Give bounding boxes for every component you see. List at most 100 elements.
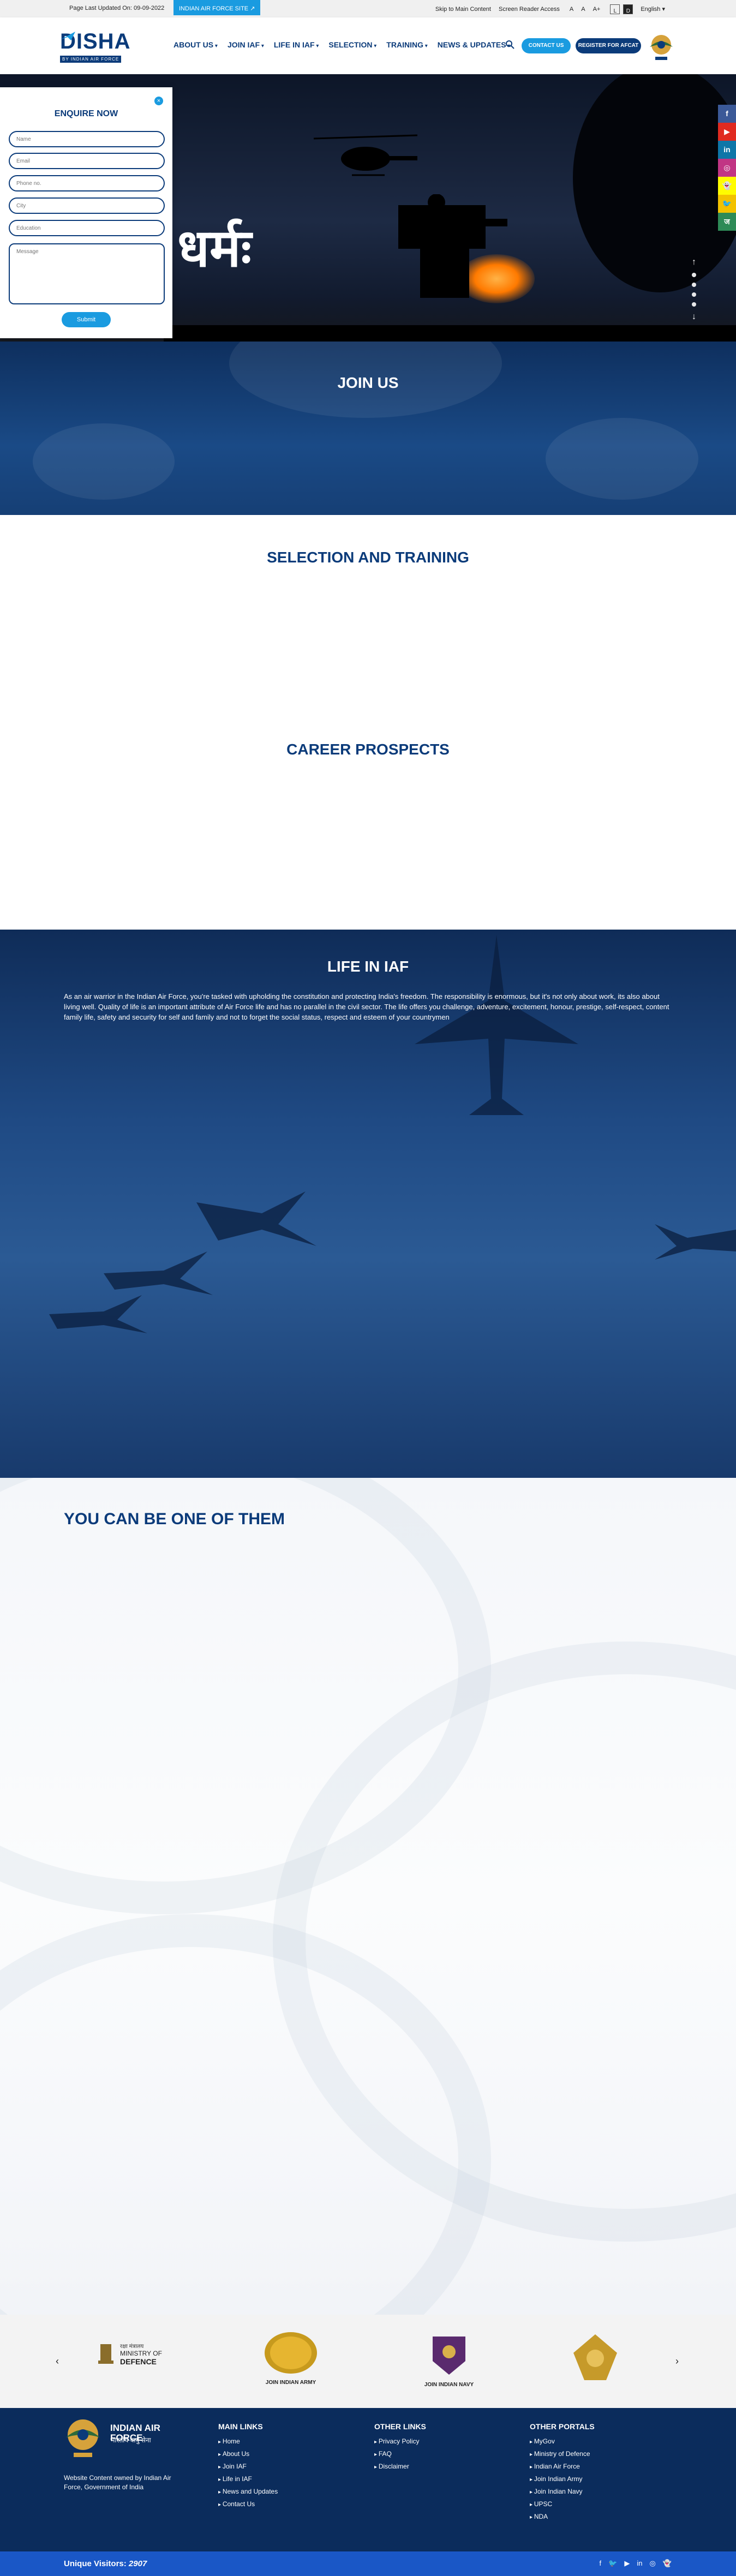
footer-link-disclaimer[interactable]: Disclaimer xyxy=(374,2463,426,2470)
contrast-controls: L D xyxy=(610,4,633,14)
tri-services-emblem-icon xyxy=(573,2334,617,2380)
footer-main-links: MAIN LINKS Home About Us Join IAF Life i… xyxy=(218,2422,278,2513)
utility-links: Skip to Main Content Screen Reader Acces… xyxy=(435,3,665,15)
nav-news-updates[interactable]: NEWS & UPDATES xyxy=(438,40,511,49)
footer-link-about[interactable]: About Us xyxy=(218,2450,278,2458)
helicopter-silhouette xyxy=(314,134,417,176)
airmen-silhouette xyxy=(546,418,698,500)
footer-brand-hindi: भारतीय वायु सेना xyxy=(110,2436,151,2444)
facebook-icon[interactable]: f xyxy=(600,2559,602,2568)
slide-dot[interactable] xyxy=(692,273,696,277)
jet-silhouette xyxy=(49,1295,147,1333)
instagram-icon[interactable]: ◎ xyxy=(718,159,736,177)
footer-link-upsc[interactable]: UPSC xyxy=(530,2500,595,2508)
bottom-bar: Unique Visitors: 2907 f 🐦 ▶ in ◎ 👻 xyxy=(0,2551,736,2576)
footer-link-join[interactable]: Join IAF xyxy=(218,2463,278,2470)
mod-line2: MINISTRY OF xyxy=(120,2350,162,2357)
nav-selection[interactable]: SELECTION xyxy=(328,40,376,49)
life-in-iaf-title: LIFE IN IAF xyxy=(327,958,409,975)
visitors-label: Unique Visitors: xyxy=(64,2559,127,2568)
footer-link-nda[interactable]: NDA xyxy=(530,2513,595,2520)
slide-dot[interactable] xyxy=(692,283,696,287)
footer-link-home[interactable]: Home xyxy=(218,2437,278,2445)
one-of-them-title: YOU CAN BE ONE OF THEM xyxy=(64,1510,285,1528)
slide-dot[interactable] xyxy=(692,292,696,297)
footer-link-mygov[interactable]: MyGov xyxy=(530,2437,595,2445)
twitter-icon[interactable]: 🐦 xyxy=(608,2559,617,2568)
slide-dot[interactable] xyxy=(692,302,696,307)
footer-other-links: OTHER LINKS Privacy Policy FAQ Disclaime… xyxy=(374,2422,426,2475)
navy-emblem-icon xyxy=(433,2337,465,2375)
social-sidebar: f ▶ in ◎ 👻 🐦 ज xyxy=(718,105,736,231)
arrow-down-icon[interactable]: ↓ xyxy=(692,312,696,322)
search-icon[interactable] xyxy=(505,40,515,50)
ashoka-emblem-icon xyxy=(98,2344,113,2364)
iaf-emblem-icon xyxy=(650,35,673,60)
youtube-icon[interactable]: ▶ xyxy=(718,123,736,141)
footer-link-army[interactable]: Join Indian Army xyxy=(530,2475,595,2483)
submit-button[interactable]: Submit xyxy=(62,312,111,327)
iaf-site-link[interactable]: INDIAN AIR FORCE SITE ↗ xyxy=(173,0,261,15)
snapchat-icon[interactable]: 👻 xyxy=(663,2559,672,2568)
selection-training-section: SELECTION AND TRAINING CAREER PROSPECTS xyxy=(0,515,736,930)
screen-reader-link[interactable]: Screen Reader Access xyxy=(499,4,560,15)
life-in-iaf-section: LIFE IN IAF As an air warrior in the Ind… xyxy=(0,930,736,1478)
nav-join-iaf[interactable]: JOIN IAF xyxy=(228,40,264,49)
font-size-increase[interactable]: A+ xyxy=(591,5,603,14)
carousel-next-icon[interactable]: › xyxy=(675,2356,679,2367)
join-us-section: JOIN US xyxy=(0,342,736,515)
life-in-iaf-text: As an air warrior in the Indian Air Forc… xyxy=(64,992,669,1021)
instagram-icon[interactable]: ◎ xyxy=(649,2559,655,2568)
footer-link-life[interactable]: Life in IAF xyxy=(218,2475,278,2483)
nav-life-in-iaf[interactable]: LIFE IN IAF xyxy=(274,40,319,49)
pilot-silhouette xyxy=(573,74,736,292)
city-field[interactable] xyxy=(9,197,165,214)
footer-link-navy[interactable]: Join Indian Navy xyxy=(530,2488,595,2495)
join-navy-logo[interactable]: JOIN INDIAN NAVY xyxy=(414,2331,484,2388)
linkedin-icon[interactable]: in xyxy=(718,141,736,159)
font-size-decrease[interactable]: A xyxy=(567,5,576,14)
footer-link-iaf[interactable]: Indian Air Force xyxy=(530,2463,595,2470)
footer-link-news[interactable]: News and Updates xyxy=(218,2488,278,2495)
sharechat-icon[interactable]: ज xyxy=(718,213,736,231)
bottom-social-links: f 🐦 ▶ in ◎ 👻 xyxy=(600,2559,672,2568)
light-contrast-button[interactable]: L xyxy=(610,4,620,14)
other-portals-title: OTHER PORTALS xyxy=(530,2422,595,2431)
mod-line3: DEFENCE xyxy=(120,2357,157,2366)
join-army-logo[interactable]: JOIN INDIAN ARMY xyxy=(255,2331,326,2386)
close-icon[interactable]: × xyxy=(154,97,163,105)
footer-link-faq[interactable]: FAQ xyxy=(374,2450,426,2458)
email-field[interactable] xyxy=(9,153,165,169)
youtube-icon[interactable]: ▶ xyxy=(624,2559,630,2568)
education-field[interactable] xyxy=(9,220,165,236)
one-of-them-section: YOU CAN BE ONE OF THEM xyxy=(0,1478,736,2315)
unique-visitors: Unique Visitors: 2907 xyxy=(64,2559,147,2568)
footer-link-privacy[interactable]: Privacy Policy xyxy=(374,2437,426,2445)
last-updated-text: Page Last Updated On: 09-09-2022 xyxy=(69,5,165,11)
nav-training[interactable]: TRAINING xyxy=(386,40,427,49)
facebook-icon[interactable]: f xyxy=(718,105,736,123)
armed-forces-logo[interactable] xyxy=(565,2331,625,2386)
phone-field[interactable] xyxy=(9,175,165,191)
arrow-up-icon[interactable]: ↑ xyxy=(692,257,696,267)
message-field[interactable] xyxy=(9,243,165,304)
plane-icon xyxy=(61,32,75,40)
disha-logo[interactable]: DISHA BY INDIAN AIR FORCE xyxy=(60,29,134,63)
navy-label: JOIN INDIAN NAVY xyxy=(424,2382,474,2388)
snapchat-icon[interactable]: 👻 xyxy=(718,177,736,195)
linkedin-icon[interactable]: in xyxy=(637,2559,642,2568)
contact-us-button[interactable]: CONTACT US xyxy=(522,38,571,53)
footer-link-contact[interactable]: Contact Us xyxy=(218,2500,278,2508)
register-afcat-button[interactable]: REGISTER FOR AFCAT xyxy=(576,38,641,53)
nav-about-us[interactable]: ABOUT US xyxy=(173,40,218,49)
font-size-normal[interactable]: A xyxy=(579,5,587,14)
name-field[interactable] xyxy=(9,131,165,147)
dark-contrast-button[interactable]: D xyxy=(623,4,633,14)
iaf-emblem-icon xyxy=(66,2419,100,2457)
carousel-prev-icon[interactable]: ‹ xyxy=(56,2356,59,2367)
language-select[interactable]: English ▾ xyxy=(641,3,665,15)
koo-icon[interactable]: 🐦 xyxy=(718,195,736,213)
skip-to-content-link[interactable]: Skip to Main Content xyxy=(435,4,491,15)
footer-link-mod[interactable]: Ministry of Defence xyxy=(530,2450,595,2458)
footer-other-portals: OTHER PORTALS MyGov Ministry of Defence … xyxy=(530,2422,595,2525)
